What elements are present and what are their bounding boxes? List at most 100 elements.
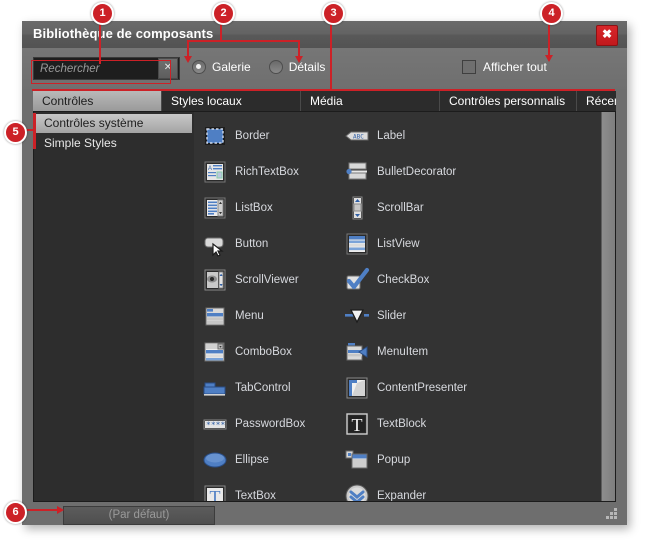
gallery-item-label: ListBox bbox=[235, 202, 273, 214]
gallery-item-label: Slider bbox=[377, 310, 407, 322]
svg-text:T: T bbox=[210, 487, 221, 501]
category-sidebar: Contrôles système Simple Styles bbox=[34, 112, 194, 501]
close-button[interactable]: ✖ bbox=[596, 25, 618, 46]
richtextbox-icon: A bbox=[202, 159, 228, 185]
menu-icon bbox=[202, 303, 228, 329]
highlight-tabstrip bbox=[32, 89, 615, 91]
combobox-icon bbox=[202, 339, 228, 365]
gallery-item[interactable]: T TextBox bbox=[200, 478, 342, 501]
leader-2-bracket bbox=[187, 40, 299, 42]
radio-galerie-label: Galerie bbox=[212, 60, 251, 74]
gallery-item[interactable]: T TextBlock bbox=[342, 406, 484, 442]
gallery-item[interactable]: ContentPresenter bbox=[342, 370, 484, 406]
tab-controles-personnalises[interactable]: Contrôles personnalis bbox=[440, 91, 577, 111]
gallery-item-label: Ellipse bbox=[235, 454, 269, 466]
textbox-icon: T bbox=[202, 483, 228, 501]
default-style-field[interactable]: (Par défaut) bbox=[63, 506, 215, 525]
callout-2: 2 bbox=[212, 2, 235, 25]
expander-icon bbox=[344, 483, 370, 501]
gallery-item-label: ComboBox bbox=[235, 346, 292, 358]
gallery-scrollbar[interactable] bbox=[601, 112, 615, 501]
gallery-item-label: ScrollBar bbox=[377, 202, 424, 214]
border-icon bbox=[202, 123, 228, 149]
gallery-item[interactable]: ScrollBar bbox=[342, 190, 484, 226]
gallery-item[interactable]: TabControl bbox=[200, 370, 342, 406]
gallery-item-label: TextBox bbox=[235, 490, 276, 501]
gallery-item-label: Border bbox=[235, 130, 270, 142]
tab-strip: Contrôles Styles locaux Média Contrôles … bbox=[33, 91, 616, 111]
tab-media[interactable]: Média bbox=[301, 91, 440, 111]
sidebar-item-simple-styles[interactable]: Simple Styles bbox=[36, 134, 192, 153]
highlight-sidebar bbox=[33, 113, 36, 149]
arrow-6 bbox=[57, 506, 64, 514]
window-title: Bibliothèque de composants bbox=[33, 26, 214, 41]
button-icon bbox=[202, 231, 228, 257]
show-all-checkbox[interactable]: Afficher tout bbox=[462, 60, 547, 74]
callout-3: 3 bbox=[322, 2, 345, 25]
footer: (Par défaut) bbox=[33, 506, 618, 525]
callout-4: 4 bbox=[540, 2, 563, 25]
leader-2-right bbox=[298, 40, 300, 57]
leader-2-left bbox=[187, 40, 189, 57]
tab-styles-locaux[interactable]: Styles locaux bbox=[162, 91, 301, 111]
bulletdecorator-icon bbox=[344, 159, 370, 185]
gallery-item[interactable]: **** PasswordBox bbox=[200, 406, 342, 442]
gallery-item-label: TabControl bbox=[235, 382, 291, 394]
component-library-window: Bibliothèque de composants ✖ ✕ Galerie D… bbox=[22, 21, 627, 525]
resize-grip-icon[interactable] bbox=[606, 508, 618, 520]
gallery-item[interactable]: ComboBox bbox=[200, 334, 342, 370]
gallery-item[interactable]: ScrollViewer bbox=[200, 262, 342, 298]
gallery-item[interactable]: ABC Label bbox=[342, 118, 484, 154]
gallery-item-label: CheckBox bbox=[377, 274, 430, 286]
arrow-4 bbox=[545, 55, 553, 62]
gallery-item[interactable]: BulletDecorator bbox=[342, 154, 484, 190]
gallery-item[interactable]: Border bbox=[200, 118, 342, 154]
svg-text:A: A bbox=[208, 166, 212, 172]
gallery-item-label: PasswordBox bbox=[235, 418, 306, 430]
slider-icon bbox=[344, 303, 370, 329]
view-mode-radio-group: Galerie Détails bbox=[192, 60, 325, 74]
svg-text:****: **** bbox=[206, 421, 225, 430]
gallery-item[interactable]: MenuItem bbox=[342, 334, 484, 370]
scrollviewer-icon bbox=[202, 267, 228, 293]
gallery-item[interactable]: ListBox bbox=[200, 190, 342, 226]
screenshot-root: Bibliothèque de composants ✖ ✕ Galerie D… bbox=[0, 0, 647, 541]
gallery-item[interactable]: Popup bbox=[342, 442, 484, 478]
callout-1: 1 bbox=[91, 2, 114, 25]
highlight-search bbox=[31, 60, 171, 84]
leader-6 bbox=[22, 509, 58, 511]
gallery-item[interactable]: Expander bbox=[342, 478, 484, 501]
contentpresenter-icon bbox=[344, 375, 370, 401]
arrow-2-left bbox=[184, 56, 192, 63]
passwordbox-icon: **** bbox=[202, 411, 228, 437]
gallery-item-label: Expander bbox=[377, 490, 427, 501]
radio-details-dot bbox=[268, 60, 283, 74]
gallery-item[interactable]: A RichTextBox bbox=[200, 154, 342, 190]
gallery-item-label: ListView bbox=[377, 238, 420, 250]
tab-controles[interactable]: Contrôles bbox=[33, 91, 162, 111]
component-gallery: Border ABC Label A RichTextBox BulletDecorato… bbox=[194, 112, 615, 501]
gallery-item-label: Popup bbox=[377, 454, 411, 466]
gallery-item[interactable]: CheckBox bbox=[342, 262, 484, 298]
radio-galerie[interactable]: Galerie bbox=[192, 60, 251, 74]
gallery-item[interactable]: Slider bbox=[342, 298, 484, 334]
textblock-icon: T bbox=[344, 411, 370, 437]
label-icon: ABC bbox=[344, 123, 370, 149]
callout-5: 5 bbox=[4, 121, 27, 144]
window-titlebar: Bibliothèque de composants ✖ bbox=[22, 21, 627, 48]
gallery-item[interactable]: Ellipse bbox=[200, 442, 342, 478]
svg-text:ABC: ABC bbox=[353, 134, 364, 141]
gallery-item[interactable]: Menu bbox=[200, 298, 342, 334]
tab-recents[interactable]: Récents bbox=[577, 91, 616, 111]
menuitem-icon bbox=[344, 339, 370, 365]
sidebar-item-controles-systeme[interactable]: Contrôles système bbox=[36, 114, 192, 133]
leader-3 bbox=[330, 18, 332, 90]
popup-icon bbox=[344, 447, 370, 473]
gallery-item[interactable]: ListView bbox=[342, 226, 484, 262]
gallery-item-label: MenuItem bbox=[377, 346, 429, 358]
ellipse-icon bbox=[202, 447, 228, 473]
arrow-2-right bbox=[295, 56, 303, 63]
gallery-item-label: Button bbox=[235, 238, 269, 250]
gallery-item-label: ContentPresenter bbox=[377, 382, 468, 394]
gallery-item[interactable]: Button bbox=[200, 226, 342, 262]
